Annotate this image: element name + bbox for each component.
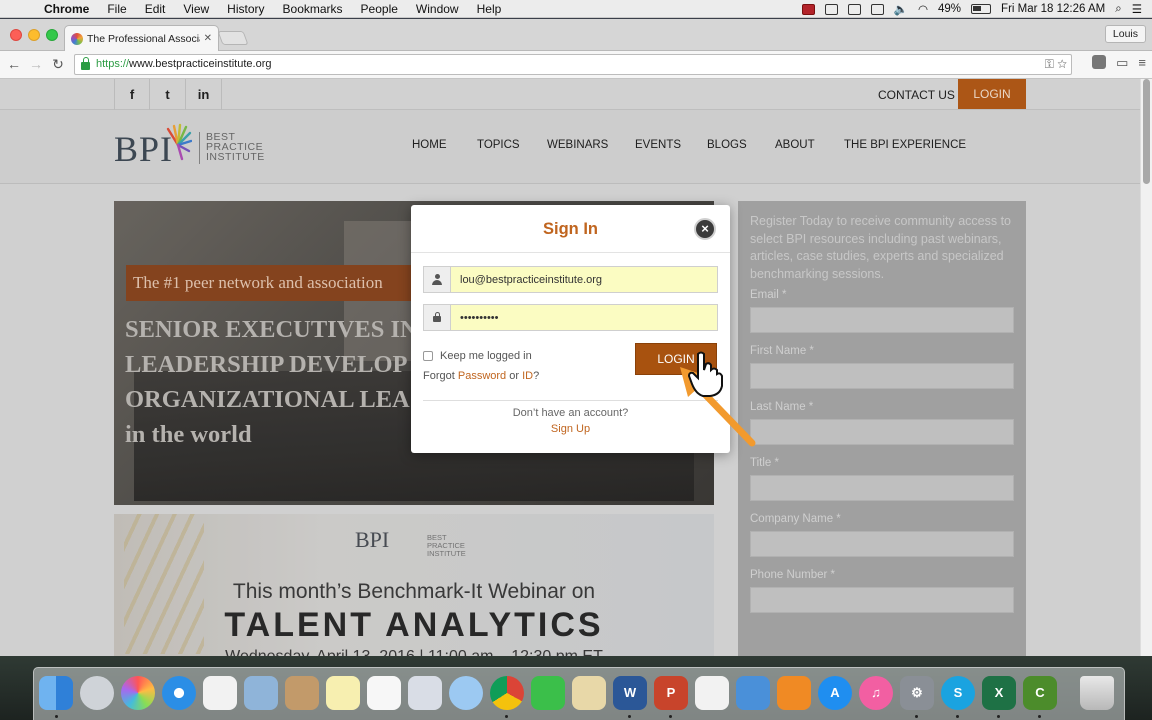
scrollbar-thumb[interactable] <box>1143 79 1150 184</box>
dock-finder-icon[interactable] <box>39 676 73 710</box>
site-favicon <box>71 32 83 45</box>
hand-cursor-icon <box>687 351 723 397</box>
toolbar-extensions: ▭ ≡ <box>1092 55 1146 71</box>
dock-word-icon[interactable]: W <box>613 676 647 710</box>
browser-tab-active[interactable]: The Professional Associatio ✕ <box>64 25 219 51</box>
reload-icon[interactable]: ↻ <box>48 54 68 74</box>
back-icon[interactable]: ← <box>4 54 24 74</box>
sync-icon[interactable] <box>847 3 861 15</box>
secure-lock-icon <box>81 56 90 70</box>
menu-app-name[interactable]: Chrome <box>44 2 89 16</box>
window-zoom-button[interactable] <box>46 29 58 41</box>
window-minimize-button[interactable] <box>28 29 40 41</box>
forgot-id-link[interactable]: ID <box>522 370 533 382</box>
password-row <box>423 304 718 331</box>
spotlight-icon[interactable]: ⌕ <box>1115 3 1121 16</box>
keep-logged-in-label: Keep me logged in <box>440 350 532 362</box>
dock-safari-icon[interactable] <box>162 676 196 710</box>
key-icon[interactable]: ⚿ <box>1045 57 1054 71</box>
dock-contacts-icon[interactable] <box>285 676 319 710</box>
dock-camtasia-icon[interactable]: C <box>1023 676 1057 710</box>
cast-icon[interactable]: ▭ <box>1116 55 1128 71</box>
dock-powerpoint-icon[interactable]: P <box>654 676 688 710</box>
forgot-suffix: ? <box>533 370 540 382</box>
menu-help[interactable]: Help <box>477 2 502 16</box>
tab-title: The Professional Associatio <box>87 32 200 45</box>
notification-center-icon[interactable]: ☰ <box>1132 2 1142 16</box>
forward-icon[interactable]: → <box>26 54 46 74</box>
macos-dock: W P A ♫ ⚙ S X C <box>33 667 1125 720</box>
dock-app-store-icon[interactable]: A <box>818 676 852 710</box>
dock-reminders-icon[interactable] <box>367 676 401 710</box>
dock-excel-icon[interactable]: X <box>982 676 1016 710</box>
menu-bookmarks[interactable]: Bookmarks <box>283 2 343 16</box>
wifi-icon[interactable]: ◠ <box>918 2 928 16</box>
menu-history[interactable]: History <box>227 2 264 16</box>
page-scrollbar[interactable] <box>1140 79 1152 656</box>
dock-grid-app-icon[interactable] <box>203 676 237 710</box>
dock-itunes-icon[interactable]: ♫ <box>859 676 893 710</box>
dock-chrome-icon[interactable] <box>490 676 524 710</box>
forgot-credentials: Forgot Password or ID? <box>423 370 539 382</box>
menu-view[interactable]: View <box>183 2 209 16</box>
keep-logged-in-checkbox[interactable] <box>423 351 433 361</box>
email-row <box>423 266 718 293</box>
chrome-menu-icon[interactable]: ≡ <box>1138 55 1146 71</box>
battery-percent[interactable]: 49% <box>938 3 961 15</box>
dock-trash-icon[interactable] <box>1080 676 1114 710</box>
forgot-or: or <box>506 370 523 382</box>
dock-messages-icon[interactable] <box>449 676 483 710</box>
user-icon <box>423 266 450 293</box>
forgot-password-link[interactable]: Password <box>458 370 506 382</box>
forgot-prefix: Forgot <box>423 370 458 382</box>
dropbox-icon[interactable] <box>824 3 838 15</box>
dock-photos-icon[interactable] <box>121 676 155 710</box>
window-close-button[interactable] <box>10 29 22 41</box>
dock-skype-icon[interactable]: S <box>941 676 975 710</box>
lock-icon <box>423 304 450 331</box>
email-field[interactable] <box>450 266 718 293</box>
dock-photo-browser-icon[interactable] <box>572 676 606 710</box>
browser-tab-bar: The Professional Associatio ✕ Louis <box>0 19 1152 51</box>
url-host: www.bestpracticeinstitute.org <box>129 58 272 70</box>
url-scheme: https:// <box>96 58 130 70</box>
menu-people[interactable]: People <box>361 2 398 16</box>
profile-button[interactable]: Louis <box>1104 25 1146 43</box>
dock-ibooks-icon[interactable] <box>777 676 811 710</box>
browser-toolbar: ← → ↻ https:// www.bestpracticeinstitute… <box>0 51 1152 79</box>
battery-icon[interactable] <box>971 4 992 14</box>
menu-window[interactable]: Window <box>416 2 459 16</box>
dock-facetime-icon[interactable] <box>531 676 565 710</box>
dock-system-preferences-icon[interactable]: ⚙ <box>900 676 934 710</box>
status-area: 🔈 ◠ 49% Fri Mar 18 12:26 AM ⌕ ☰ <box>801 0 1142 18</box>
password-field[interactable] <box>450 304 718 331</box>
dock-launchpad-icon[interactable] <box>80 676 114 710</box>
dock-mail-preview-icon[interactable] <box>408 676 442 710</box>
address-bar[interactable]: https:// www.bestpracticeinstitute.org ⚿… <box>74 54 1072 75</box>
bookmark-star-icon[interactable]: ☆ <box>1057 57 1067 71</box>
dock-notes-icon[interactable] <box>326 676 360 710</box>
volume-icon[interactable]: 🔈 <box>894 2 908 16</box>
dock-keynote-icon[interactable] <box>736 676 770 710</box>
macos-menu-bar: Chrome File Edit View History Bookmarks … <box>0 0 1152 18</box>
extension-icon[interactable] <box>1092 55 1107 69</box>
recording-icon[interactable] <box>801 3 815 15</box>
modal-close-button[interactable]: × <box>694 218 716 240</box>
menu-file[interactable]: File <box>107 2 126 16</box>
dock-numbers-icon[interactable] <box>695 676 729 710</box>
keep-logged-in[interactable]: Keep me logged in <box>423 350 532 362</box>
tab-close-icon[interactable]: ✕ <box>204 33 212 44</box>
modal-title: Sign In <box>411 205 730 253</box>
airplay-icon[interactable] <box>870 3 884 15</box>
new-tab-button[interactable] <box>217 31 249 45</box>
dock-preview-icon[interactable] <box>244 676 278 710</box>
clock[interactable]: Fri Mar 18 12:26 AM <box>1001 3 1105 15</box>
menu-edit[interactable]: Edit <box>145 2 166 16</box>
